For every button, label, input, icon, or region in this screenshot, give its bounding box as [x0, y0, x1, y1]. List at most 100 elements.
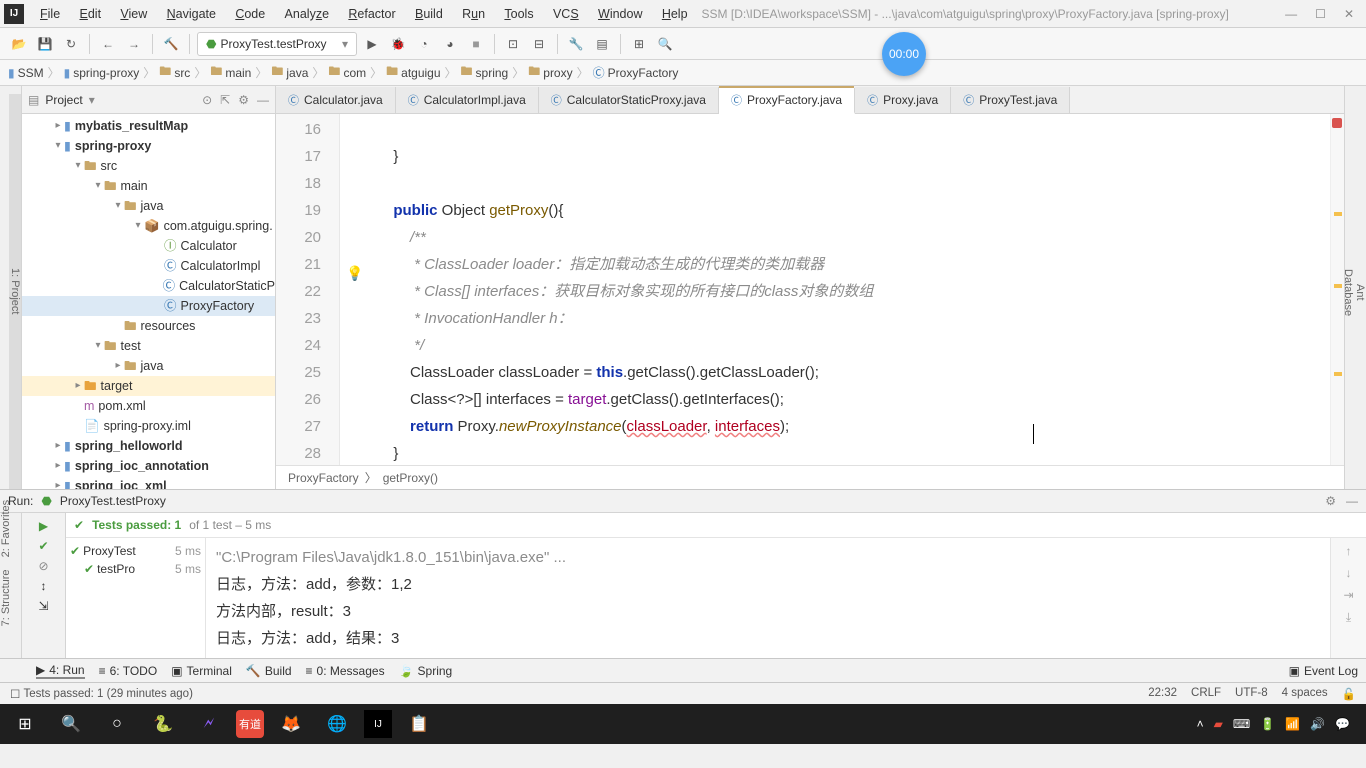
replace-icon[interactable]: ⊟ [528, 33, 550, 55]
profile-icon[interactable]: ◕ [439, 33, 461, 55]
menu-run[interactable]: Run [454, 7, 493, 21]
tool-spring[interactable]: 🍃 Spring [399, 664, 453, 678]
menu-refactor[interactable]: Refactor [340, 7, 403, 21]
toggle-ignore-icon[interactable]: ⊘ [38, 559, 48, 573]
collapse-icon[interactable]: ⇱ [220, 93, 230, 107]
down-icon[interactable]: ↓ [1346, 566, 1352, 580]
tool-run[interactable]: ▶ 4: Run [36, 663, 85, 679]
run-config-selector[interactable]: ⬣ProxyTest.testProxy▾ [197, 32, 357, 56]
layout-icon[interactable]: ⊞ [628, 33, 650, 55]
find-icon[interactable]: ⊡ [502, 33, 524, 55]
console-output[interactable]: "C:\Program Files\Java\jdk1.8.0_151\bin\… [206, 538, 1330, 658]
gear-icon[interactable]: ⚙ [238, 93, 249, 107]
run-hide-icon[interactable]: — [1346, 494, 1358, 508]
tray-app-icon[interactable]: ▰ [1214, 717, 1223, 731]
locate-icon[interactable]: ⊙ [202, 93, 212, 107]
tab-proxyfactory[interactable]: ⒸProxyFactory.java [719, 88, 855, 114]
tray-battery-icon[interactable]: 🔋 [1260, 717, 1275, 731]
project-tree[interactable]: ▸▮mybatis_resultMap ▾▮spring-proxy ▾🖿src… [22, 114, 275, 489]
status-encoding[interactable]: UTF-8 [1235, 687, 1268, 701]
structure-icon[interactable]: ▤ [591, 33, 613, 55]
up-icon[interactable]: ↑ [1346, 544, 1352, 558]
crumb-proxy[interactable]: 🖿proxy [528, 62, 572, 83]
code-text[interactable]: } public Object getProxy(){ /** * ClassL… [340, 114, 1330, 465]
chrome-icon[interactable]: 🌐 [318, 708, 356, 740]
tool-build[interactable]: 🔨 Build [246, 664, 292, 678]
tab-proxytest[interactable]: ⒸProxyTest.java [951, 87, 1070, 113]
back-icon[interactable]: ← [97, 33, 119, 55]
close-icon[interactable]: ✕ [1344, 7, 1354, 21]
forward-icon[interactable]: → [123, 33, 145, 55]
tray-wifi-icon[interactable]: 📶 [1285, 717, 1300, 731]
cortana-icon[interactable]: ○ [98, 708, 136, 740]
crumb-spring-proxy[interactable]: ▮spring-proxy [64, 66, 140, 80]
menu-navigate[interactable]: Navigate [159, 7, 224, 21]
tray-up-icon[interactable]: ˄ [1197, 717, 1204, 731]
menu-file[interactable]: File [32, 7, 68, 21]
tab-project[interactable]: 1: Project [9, 94, 21, 489]
wrap-icon[interactable]: ⇥ [1343, 588, 1353, 602]
tab-proxy[interactable]: ⒸProxy.java [855, 87, 951, 113]
intellij-icon[interactable]: IJ [364, 710, 392, 738]
menu-edit[interactable]: Edit [72, 7, 110, 21]
scroll-icon[interactable]: ⤓ [1346, 610, 1351, 625]
menu-window[interactable]: Window [590, 7, 650, 21]
timer-badge[interactable]: 00:00 [882, 32, 926, 76]
status-indent[interactable]: 4 spaces [1282, 687, 1328, 701]
tool-terminal[interactable]: ▣ Terminal [171, 664, 232, 678]
tab-calculatorimpl[interactable]: ⒸCalculatorImpl.java [396, 87, 539, 113]
crumb-file[interactable]: ⒸProxyFactory [593, 64, 679, 81]
menu-build[interactable]: Build [407, 7, 451, 21]
refresh-icon[interactable]: ↻ [60, 33, 82, 55]
tray-input-icon[interactable]: ⌨ [1233, 717, 1250, 731]
hide-icon[interactable]: — [257, 93, 269, 107]
app-icon-3[interactable]: 有道 [236, 710, 264, 738]
search-icon[interactable]: 🔍 [654, 33, 676, 55]
menu-code[interactable]: Code [227, 7, 273, 21]
crumb-ssm[interactable]: ▮SSM [8, 66, 44, 80]
menu-vcs[interactable]: VCS [545, 7, 587, 21]
build-icon[interactable]: 🔨 [160, 33, 182, 55]
maximize-icon[interactable]: ☐ [1315, 7, 1326, 21]
crumb-com[interactable]: 🖿com [328, 62, 366, 83]
status-crlf[interactable]: CRLF [1191, 687, 1221, 701]
code-area[interactable]: 1617181920212223242526272829 💡 } public … [276, 114, 1344, 465]
tool-todo[interactable]: ≡ 6: TODO [99, 664, 158, 678]
tool-eventlog[interactable]: ▣ Event Log [1289, 664, 1358, 678]
status-lock-icon[interactable]: 🔓 [1342, 687, 1356, 701]
tab-calculatorstaticproxy[interactable]: ⒸCalculatorStaticProxy.java [539, 87, 719, 113]
search-taskbar-icon[interactable]: 🔍 [52, 708, 90, 740]
error-marker[interactable] [1332, 118, 1342, 128]
crumb-main[interactable]: 🖿main [210, 62, 251, 83]
coverage-icon[interactable]: ◔ [413, 33, 435, 55]
start-icon[interactable]: ⊞ [6, 708, 44, 740]
error-stripe[interactable] [1330, 114, 1344, 465]
open-icon[interactable]: 📂 [8, 33, 30, 55]
toggle-pass-icon[interactable]: ✔ [38, 539, 48, 553]
app-icon-2[interactable]: 🗲 [190, 708, 228, 740]
test-tree[interactable]: ✔ProxyTest5 ms ✔testPro5 ms [66, 538, 206, 658]
sort-icon[interactable]: ↕ [41, 579, 47, 593]
tray-notify-icon[interactable]: 💬 [1335, 717, 1350, 731]
tab-calculator[interactable]: ⒸCalculator.java [276, 87, 396, 113]
crumb-spring[interactable]: 🖿spring [461, 62, 509, 83]
expand-icon[interactable]: ⇲ [38, 599, 48, 613]
debug-icon[interactable]: 🐞 [387, 33, 409, 55]
menu-view[interactable]: View [112, 7, 155, 21]
rerun-icon[interactable]: ▶ [39, 519, 48, 533]
tool-messages[interactable]: ≡ 0: Messages [306, 664, 385, 678]
tab-ant[interactable]: Ant [1354, 96, 1366, 489]
run-icon[interactable]: ▶ [361, 33, 383, 55]
tab-structure[interactable]: 7: Structure [0, 569, 22, 626]
crumb-java[interactable]: 🖿java [271, 62, 308, 83]
minimize-icon[interactable]: — [1285, 7, 1297, 21]
firefox-icon[interactable]: 🦊 [272, 708, 310, 740]
menu-tools[interactable]: Tools [496, 7, 541, 21]
menu-analyze[interactable]: Analyze [277, 7, 337, 21]
app-icon-1[interactable]: 🐍 [144, 708, 182, 740]
save-icon[interactable]: 💾 [34, 33, 56, 55]
notes-icon[interactable]: 📋 [400, 708, 438, 740]
tab-favorites[interactable]: 2: Favorites [0, 500, 22, 557]
status-position[interactable]: 22:32 [1148, 687, 1177, 701]
crumb-atguigu[interactable]: 🖿atguigu [386, 62, 440, 83]
